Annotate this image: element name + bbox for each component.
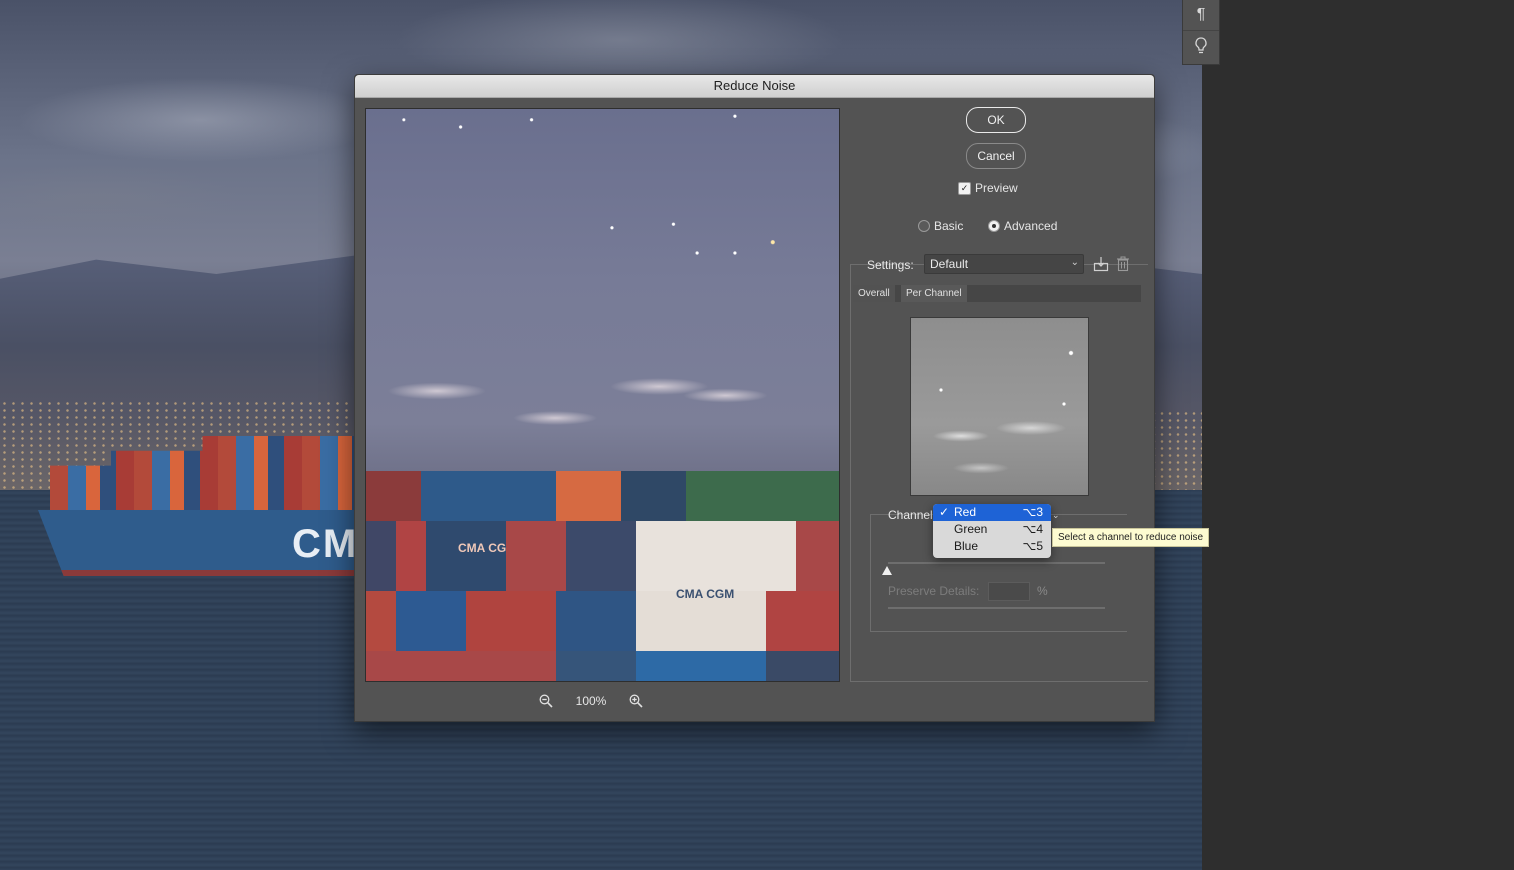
lightbulb-icon [1195, 37, 1207, 54]
preserve-details-label: Preserve Details: [888, 584, 980, 598]
chevron-down-icon: ⌄ [1070, 257, 1079, 268]
settings-select[interactable]: Default ⌄ [924, 254, 1084, 274]
settings-label: Settings: [867, 258, 914, 272]
canvas-city-lights-right [1150, 410, 1202, 490]
save-settings-icon [1093, 257, 1109, 272]
checkmark-icon: ✓ [939, 505, 950, 519]
zoom-in-icon [629, 694, 643, 708]
preview-containers-row2 [366, 521, 839, 591]
settings-tab-bar: Overall Per Channel [853, 285, 1141, 302]
preview-label: Preview [975, 181, 1018, 195]
preview-containers-row3 [366, 591, 839, 651]
tab-per-channel[interactable]: Per Channel [901, 285, 967, 302]
advanced-radio-option[interactable]: Advanced [988, 219, 1057, 233]
channel-option-green[interactable]: Green ⌥4 [933, 521, 1051, 538]
channel-dropdown-menu: ✓ Red ⌥3 Green ⌥4 Blue ⌥5 [933, 504, 1051, 558]
channel-tooltip: Select a channel to reduce noise [1052, 528, 1210, 547]
reduce-noise-dialog: Reduce Noise CMA CG CMA CGM 100% OK Canc… [354, 74, 1210, 722]
basic-label: Basic [934, 219, 964, 233]
preserve-details-input[interactable] [988, 582, 1030, 601]
dialog-title: Reduce Noise [355, 75, 1154, 98]
checkmark-icon: ✓ [960, 182, 969, 193]
delete-settings-button[interactable] [1114, 255, 1132, 273]
strength-slider-track[interactable] [888, 562, 1105, 564]
channel-option-label: Red [954, 505, 977, 519]
preview-checkbox-row[interactable]: ✓ Preview [958, 181, 1018, 195]
channel-label: Channel [888, 508, 933, 522]
basic-radio[interactable] [918, 220, 930, 232]
channel-preview-image [910, 317, 1089, 496]
channel-option-label: Green [954, 522, 988, 536]
shortcut-label: ⌥3 [1022, 505, 1043, 519]
lightbulb-tool-button[interactable] [1183, 30, 1219, 61]
preview-container-label: CMA CG [458, 541, 507, 555]
preview-clouds [366, 364, 839, 454]
settings-value: Default [930, 257, 969, 271]
zoom-out-button[interactable] [535, 691, 557, 711]
channel-option-label: Blue [954, 539, 979, 553]
advanced-label: Advanced [1004, 219, 1058, 233]
trash-icon [1117, 256, 1129, 272]
zoom-in-button[interactable] [625, 691, 647, 711]
chevron-down-icon: ⌄ [1052, 510, 1060, 520]
save-settings-button[interactable] [1092, 255, 1110, 273]
shortcut-label: ⌥4 [1022, 522, 1043, 536]
preview-container-label: CMA CGM [676, 587, 735, 601]
basic-radio-option[interactable]: Basic [918, 219, 963, 233]
tab-overall[interactable]: Overall [853, 285, 895, 302]
preview-checkbox[interactable]: ✓ [958, 181, 971, 195]
filter-preview-image[interactable]: CMA CG CMA CGM [365, 108, 840, 682]
channel-option-red[interactable]: ✓ Red ⌥3 [933, 504, 1051, 521]
pilcrow-icon: ¶ [1196, 6, 1206, 23]
preserve-details-slider-track[interactable] [888, 607, 1105, 609]
cancel-button[interactable]: Cancel [966, 143, 1026, 169]
preserve-details-unit: % [1037, 584, 1048, 598]
shortcut-label: ⌥5 [1022, 539, 1043, 553]
zoom-out-icon [539, 694, 553, 708]
ok-button[interactable]: OK [966, 107, 1026, 133]
zoom-controls: 100% [535, 691, 647, 711]
advanced-radio[interactable] [988, 220, 1000, 232]
zoom-level: 100% [575, 694, 607, 708]
tool-panel: ¶ [1182, 0, 1220, 65]
preview-containers-row4 [366, 651, 839, 681]
channel-option-blue[interactable]: Blue ⌥5 [933, 538, 1051, 555]
strength-slider-thumb[interactable] [882, 566, 892, 575]
paragraph-tool-button[interactable]: ¶ [1183, 0, 1219, 30]
